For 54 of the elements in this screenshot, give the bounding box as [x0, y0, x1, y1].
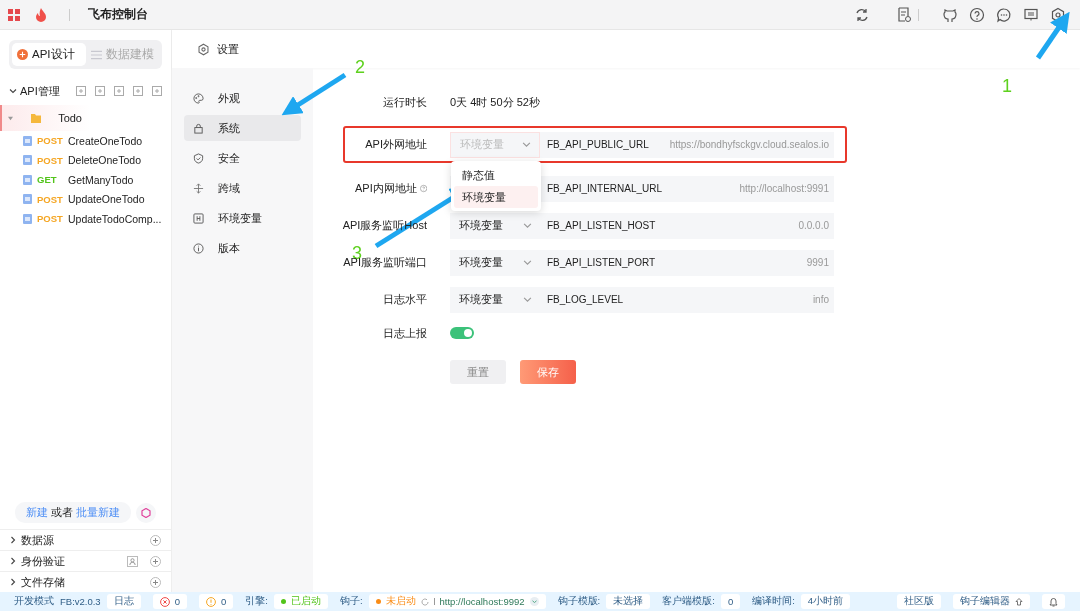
- compile-time-label: 编译时间:: [752, 595, 795, 608]
- engine-label: 引擎:: [245, 595, 268, 608]
- field-label: API外网地址: [365, 137, 427, 152]
- source-select[interactable]: 环境变量: [450, 286, 540, 313]
- status-text: 未启动: [385, 595, 416, 608]
- section-title: API管理: [20, 83, 60, 99]
- section-row[interactable]: 数据源: [0, 529, 171, 550]
- edition-badge[interactable]: 社区版: [897, 594, 941, 609]
- env-field[interactable]: FB_API_INTERNAL_URL http://localhost:9991: [540, 175, 834, 202]
- settings-nav-item[interactable]: 安全: [184, 145, 301, 171]
- api-item[interactable]: GET GetManyTodo: [0, 170, 171, 190]
- field-label: 日志水平: [383, 292, 427, 307]
- settings-nav-item[interactable]: 外观: [184, 85, 301, 111]
- warning-count[interactable]: 0: [198, 594, 234, 609]
- uptime-value: 0天 4时 50分 52秒: [450, 94, 540, 110]
- settings-nav-item[interactable]: 版本: [184, 235, 301, 261]
- hook-label: 钩子:: [339, 595, 363, 608]
- api-item[interactable]: POST CreateOneTodo: [0, 131, 171, 151]
- section-row[interactable]: 身份验证: [0, 550, 171, 571]
- env-field[interactable]: FB_API_LISTEN_PORT 9991: [540, 249, 834, 276]
- client-template-label: 客户端模版:: [662, 595, 715, 608]
- settings-nav-item[interactable]: 系统: [184, 115, 301, 141]
- hook-template-label: 钩子模版:: [557, 595, 601, 608]
- env-field[interactable]: FB_API_LISTEN_HOST 0.0.0.0: [540, 212, 834, 239]
- page-title: 设置: [217, 41, 239, 57]
- dropdown-option[interactable]: 环境变量: [454, 185, 538, 208]
- or-text: 或者: [51, 505, 73, 520]
- client-template-select[interactable]: 0: [720, 594, 741, 609]
- api-item[interactable]: POST UpdateTodoComp...: [0, 209, 171, 229]
- log-button[interactable]: 日志: [106, 594, 141, 609]
- compile-time: 4小时前: [800, 594, 851, 609]
- field-label: 运行时长: [382, 94, 428, 110]
- api-item[interactable]: POST UpdateOneTodo: [0, 189, 171, 209]
- source-select[interactable]: 环境变量: [450, 249, 540, 276]
- field-label: 日志上报: [382, 325, 428, 341]
- annotation-number: 2: [355, 57, 365, 77]
- hook-template-select[interactable]: 未选择: [606, 594, 651, 609]
- annotation-number: 1: [1002, 76, 1012, 96]
- version-text: FB:v2.0.3: [60, 596, 101, 607]
- field-label: API内网地址: [355, 181, 417, 196]
- dropdown-option[interactable]: 静态值: [454, 163, 538, 186]
- env-field[interactable]: FB_LOG_LEVEL info: [540, 286, 834, 313]
- hook-url: http://localhost:9992: [439, 596, 525, 607]
- settings-nav-item[interactable]: 跨域: [184, 175, 301, 201]
- app-title: 飞布控制台: [88, 6, 148, 23]
- settings-nav-item[interactable]: 环境变量: [184, 205, 301, 231]
- env-field[interactable]: FB_API_PUBLIC_URL https://bondhyfsckgv.cloud.sealos.io: [540, 131, 834, 158]
- error-count[interactable]: 0: [152, 594, 187, 609]
- hook-editor-button[interactable]: 钩子编辑器: [953, 594, 1030, 609]
- source-select[interactable]: 环境变量: [450, 212, 540, 239]
- sidebar-tab[interactable]: API设计: [12, 43, 86, 66]
- status-text: 已启动: [290, 595, 321, 608]
- api-item[interactable]: POST DeleteOneTodo: [0, 150, 171, 170]
- mode-text: 开发模式: [14, 595, 54, 608]
